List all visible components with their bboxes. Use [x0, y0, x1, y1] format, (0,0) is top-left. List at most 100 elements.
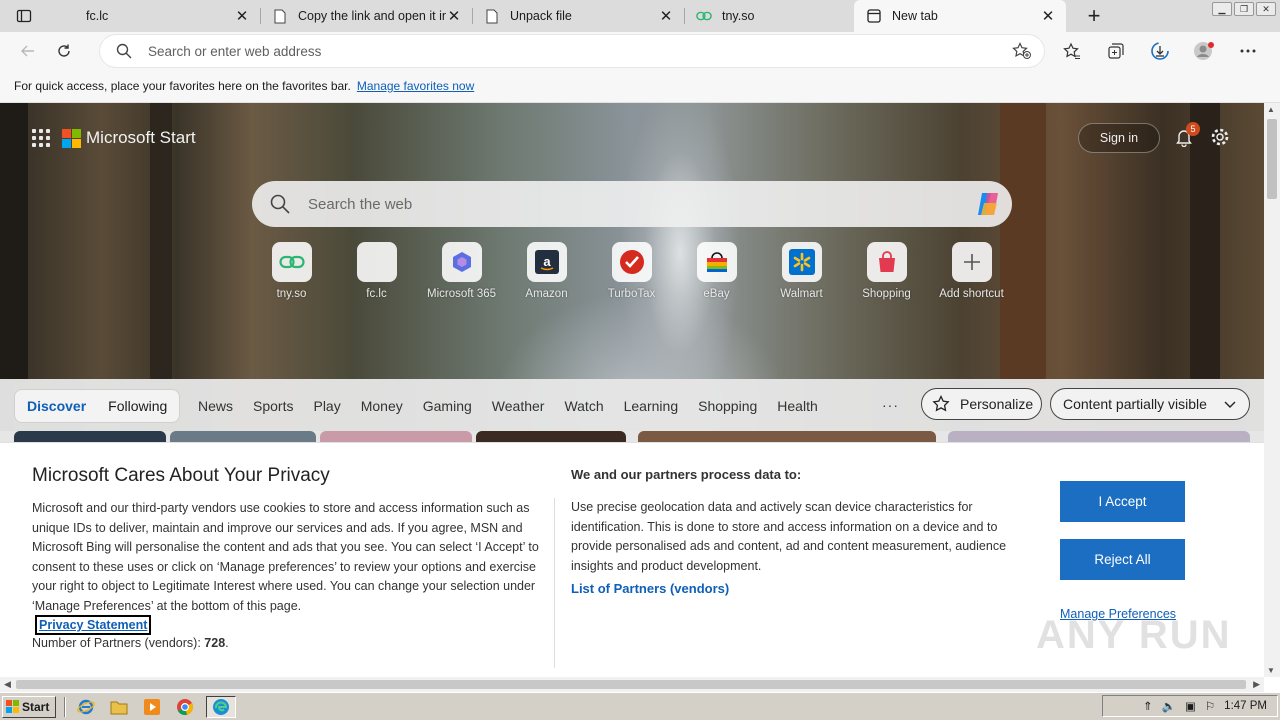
address-input[interactable]: Search or enter web address	[148, 44, 1000, 59]
shortcut-label: fc.lc	[366, 288, 387, 300]
category-news[interactable]: News	[198, 398, 233, 414]
shortcut-label: Add shortcut	[939, 288, 1004, 300]
close-tab-icon[interactable]: ✕	[446, 8, 462, 25]
category-gaming[interactable]: Gaming	[423, 398, 472, 414]
more-categories-button[interactable]: ···	[882, 397, 899, 413]
network-icon[interactable]: ▣	[1185, 699, 1196, 713]
clock[interactable]: 1:47 PM	[1224, 700, 1267, 712]
minimize-icon[interactable]: ▁	[1212, 2, 1232, 16]
shortcut-amazon[interactable]: a Amazon	[504, 242, 589, 300]
scroll-thumb[interactable]	[16, 680, 1246, 689]
category-money[interactable]: Money	[361, 398, 403, 414]
svg-text:a: a	[543, 254, 551, 269]
tab-discover[interactable]: Discover	[27, 398, 86, 414]
shortcut-label: tny.so	[276, 288, 307, 300]
tab-unpack-file[interactable]: Unpack file ✕	[472, 0, 684, 32]
horizontal-scrollbar[interactable]: ◀ ▶	[0, 677, 1264, 692]
edge-icon[interactable]	[206, 695, 237, 718]
refresh-icon	[58, 44, 70, 57]
category-play[interactable]: Play	[313, 398, 340, 414]
tab-new-tab[interactable]: New tab ✕	[854, 0, 1066, 32]
toolbar-icons	[1054, 36, 1266, 66]
privacy-statement-link[interactable]: Privacy Statement	[35, 615, 152, 635]
web-search-input[interactable]: Search the web	[308, 196, 964, 213]
tab-actions-button[interactable]	[0, 0, 48, 32]
restore-icon[interactable]: ❐	[1234, 2, 1254, 16]
category-health[interactable]: Health	[777, 398, 817, 414]
start-header: Microsoft Start Sign in 5	[32, 122, 1240, 153]
close-tab-icon[interactable]: ✕	[1040, 8, 1056, 25]
internet-explorer-icon[interactable]	[74, 696, 98, 718]
shortcut-shopping[interactable]: Shopping	[844, 242, 929, 300]
category-sports[interactable]: Sports	[253, 398, 293, 414]
personalize-button[interactable]: Personalize	[921, 388, 1042, 420]
close-window-icon[interactable]: ✕	[1256, 2, 1276, 16]
copilot-icon[interactable]	[964, 189, 1012, 219]
shortcut-walmart[interactable]: Walmart	[759, 242, 844, 300]
collections-icon[interactable]	[1098, 36, 1134, 66]
scroll-thumb[interactable]	[1267, 119, 1277, 199]
web-search-box[interactable]: Search the web	[252, 181, 1012, 227]
category-shopping[interactable]: Shopping	[698, 398, 757, 414]
tab-following[interactable]: Following	[108, 398, 167, 414]
vendors-list-link[interactable]: List of Partners (vendors)	[571, 581, 729, 596]
action-center-flag-icon[interactable]: ⚐	[1205, 699, 1215, 713]
shortcut-fclc[interactable]: fc.lc	[334, 242, 419, 300]
address-bar[interactable]: Search or enter web address	[100, 35, 1044, 67]
shortcut-microsoft-365[interactable]: Microsoft 365	[419, 242, 504, 300]
add-favorite-icon[interactable]	[1000, 42, 1044, 60]
shortcut-label: Amazon	[525, 288, 568, 300]
file-explorer-icon[interactable]	[107, 696, 131, 718]
media-player-icon[interactable]	[140, 696, 164, 718]
search-icon	[100, 43, 148, 59]
content-visibility-dropdown[interactable]: Content partially visible	[1050, 388, 1250, 420]
notifications-button[interactable]: 5	[1174, 122, 1200, 150]
new-tab-button[interactable]: +	[1066, 0, 1122, 32]
tab-copy-link[interactable]: Copy the link and open it in ✕	[260, 0, 472, 32]
category-weather[interactable]: Weather	[492, 398, 545, 414]
start-button[interactable]: Start	[2, 695, 57, 718]
shortcut-turbotax[interactable]: TurboTax	[589, 242, 674, 300]
favorites-bar-message: For quick access, place your favorites h…	[14, 79, 351, 93]
category-learning[interactable]: Learning	[624, 398, 679, 414]
app-launcher-icon[interactable]	[32, 129, 50, 147]
volume-icon[interactable]: 🔈	[1162, 699, 1176, 713]
tab-title: tny.so	[722, 9, 755, 23]
vertical-scrollbar[interactable]: ▲ ▼	[1264, 103, 1280, 677]
close-tab-icon[interactable]: ✕	[234, 8, 250, 25]
profile-avatar[interactable]	[1186, 36, 1222, 66]
content-visibility-label: Content partially visible	[1063, 396, 1207, 412]
shortcut-tnyso[interactable]: tny.so	[249, 242, 334, 300]
scroll-left-icon[interactable]: ◀	[4, 679, 11, 690]
add-shortcut-button[interactable]: Add shortcut	[929, 242, 1014, 300]
favorites-icon[interactable]	[1054, 36, 1090, 66]
refresh-button[interactable]	[46, 35, 82, 67]
accept-button[interactable]: I Accept	[1060, 481, 1185, 522]
settings-button[interactable]	[1210, 127, 1230, 150]
feed-tab-group: Discover Following	[14, 389, 181, 423]
shortcut-ebay[interactable]: eBay	[674, 242, 759, 300]
tab-tnyso[interactable]: tny.so	[684, 0, 854, 32]
favorites-bar: For quick access, place your favorites h…	[0, 70, 1280, 103]
chrome-icon[interactable]	[173, 696, 197, 718]
back-button[interactable]	[10, 35, 46, 67]
walmart-icon	[781, 242, 822, 282]
back-arrow-icon	[21, 45, 34, 57]
category-list: News Sports Play Money Gaming Weather Wa…	[198, 389, 838, 423]
manage-favorites-link[interactable]: Manage favorites now	[357, 79, 474, 93]
sign-in-button[interactable]: Sign in	[1078, 123, 1160, 153]
shortcut-label: eBay	[703, 288, 730, 300]
downloads-icon[interactable]	[1142, 36, 1178, 66]
category-watch[interactable]: Watch	[564, 398, 603, 414]
show-hidden-icons-icon[interactable]: ⇑	[1143, 699, 1153, 713]
scroll-up-icon[interactable]: ▲	[1267, 105, 1275, 114]
close-tab-icon[interactable]: ✕	[658, 8, 674, 25]
more-menu-icon[interactable]	[1230, 36, 1266, 66]
scroll-down-icon[interactable]: ▼	[1267, 666, 1275, 675]
scroll-right-icon[interactable]: ▶	[1253, 679, 1260, 690]
reject-all-button[interactable]: Reject All	[1060, 539, 1185, 580]
shortcut-label: Shopping	[862, 288, 911, 300]
page-icon	[272, 8, 288, 24]
tab-fclc[interactable]: fc.lc ✕	[48, 0, 260, 32]
link-icon	[271, 242, 312, 282]
